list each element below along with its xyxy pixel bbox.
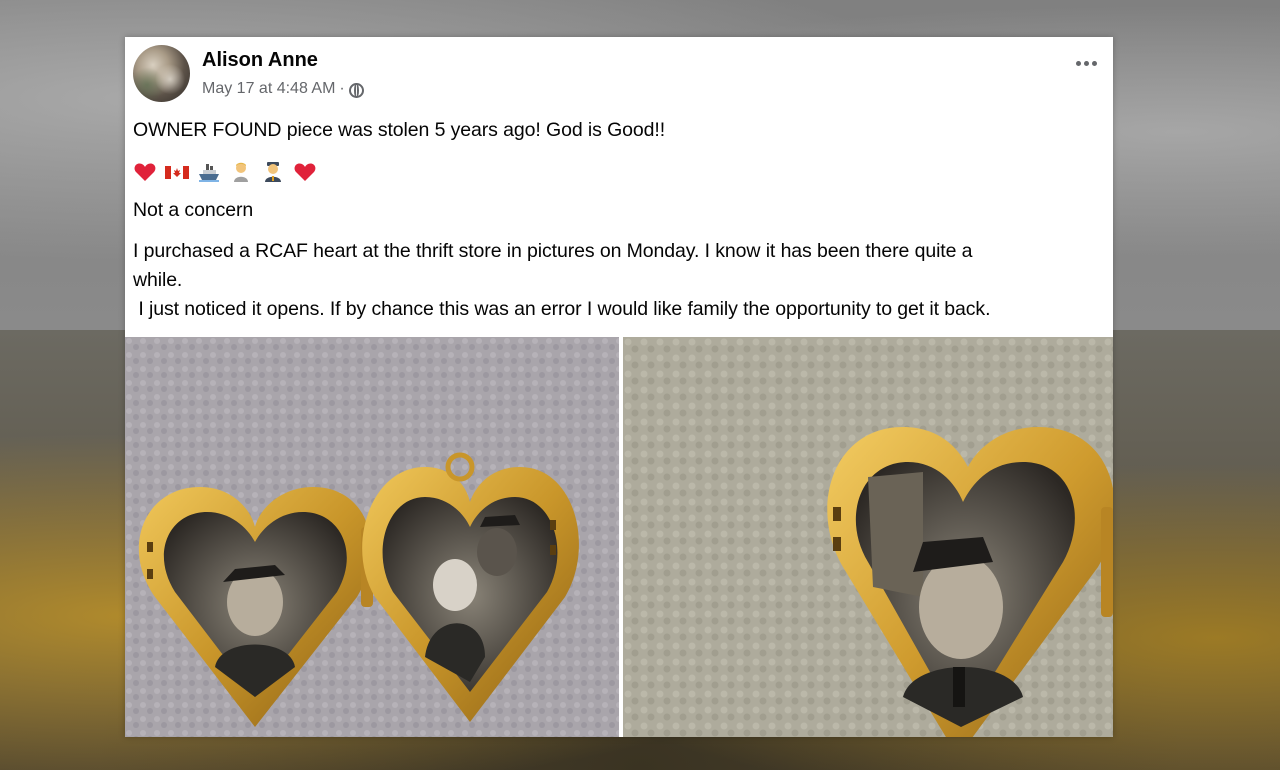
post-line-2: Not a concern [133,199,254,221]
photo-locket-closeup[interactable] [623,337,1113,737]
facebook-post: Alison Anne May 17 at 4:48 AM · OWNER FO… [125,37,1113,737]
canada-flag-icon [165,166,189,179]
paragraph-line: I just noticed it opens. If by chance th… [133,298,991,320]
post-headline: OWNER FOUND piece was stolen 5 years ago… [133,119,666,141]
post-meta: May 17 at 4:48 AM · [202,80,364,98]
paragraph-line: while. [133,269,183,291]
red-heart-icon [294,163,316,181]
emoji-row [133,160,317,184]
post-timestamp[interactable]: May 17 at 4:48 AM [202,80,335,98]
person-icon [234,162,248,182]
meta-separator: · [339,80,345,97]
red-heart-icon [134,163,156,181]
person-uniform-icon [265,162,281,182]
paragraph-line: I purchased a RCAF heart at the thrift s… [133,240,973,262]
globe-icon [348,82,364,98]
ship-icon [199,164,219,182]
more-options-icon[interactable] [1076,61,1097,66]
avatar[interactable] [133,45,190,102]
photo-open-locket[interactable] [125,337,619,737]
post-paragraph: I purchased a RCAF heart at the thrift s… [133,237,1108,324]
author-name[interactable]: Alison Anne [202,49,318,72]
